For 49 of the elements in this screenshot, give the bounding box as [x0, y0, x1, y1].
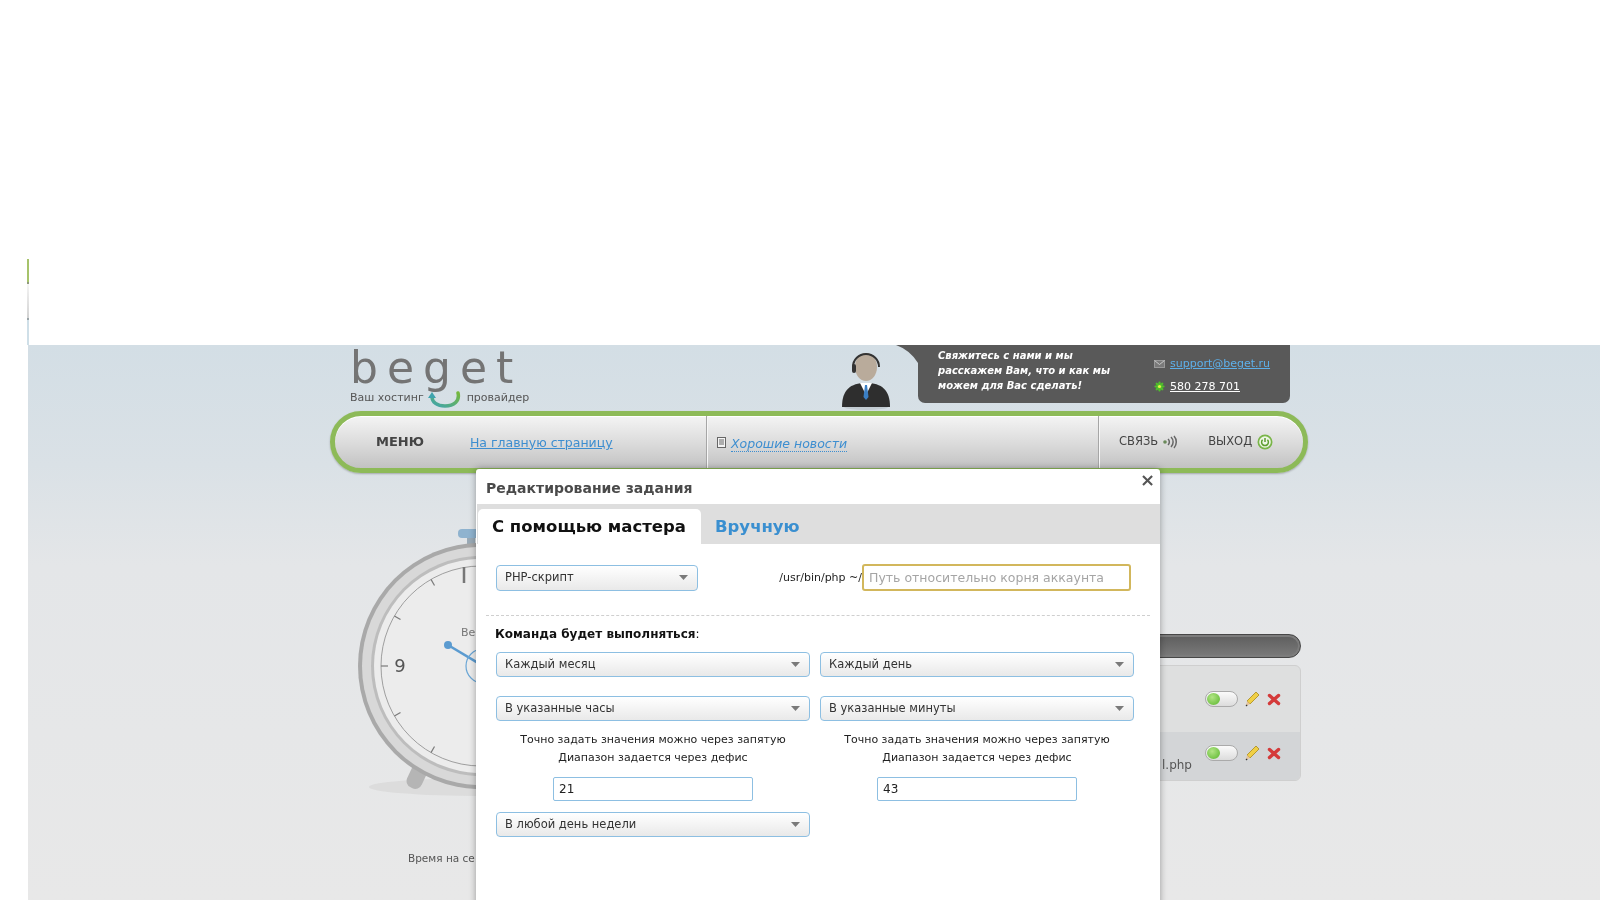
weekday-dropdown[interactable]: В любой день недели — [496, 812, 810, 837]
period-dropdown[interactable]: Каждый месяц — [496, 652, 810, 677]
flower-icon — [1154, 381, 1165, 392]
script-path-field[interactable]: Путь относительно корня аккаунта — [862, 564, 1131, 591]
cross-icon[interactable] — [1267, 692, 1281, 706]
close-button[interactable]: × — [1139, 471, 1155, 489]
tab[interactable]: С помощью мастера — [478, 509, 701, 544]
time-value-field[interactable]: 21 — [553, 777, 753, 801]
pencil-icon[interactable] — [1245, 745, 1260, 761]
caret-icon — [791, 706, 800, 711]
envelope-icon — [1154, 359, 1165, 368]
hint-text: Точно задать значения можно через запятую — [843, 732, 1111, 748]
clock-face-label: Ве — [461, 626, 476, 639]
schedule-label: Команда будет выполняться: — [494, 626, 701, 643]
script-type-dropdown[interactable]: PHP-скрипт — [496, 564, 698, 591]
dialog-title: Редактирование задания — [486, 479, 693, 497]
icq-number-link[interactable]: 580 278 701 — [1170, 379, 1240, 394]
time-caption: Время на се — [408, 851, 476, 866]
document-icon — [717, 436, 726, 448]
caret-icon — [1115, 706, 1124, 711]
period-dropdown[interactable]: Каждый день — [820, 652, 1134, 677]
caret-icon — [679, 575, 688, 580]
time-mode-dropdown[interactable]: В указанные минуты — [820, 696, 1134, 721]
logo-tagline: Ваш хостинг — [350, 391, 424, 405]
hint-text: Диапазон задается через дефис — [557, 750, 749, 766]
power-icon — [1257, 434, 1274, 450]
toggle-switch[interactable] — [1205, 691, 1238, 707]
toggle-knob[interactable] — [1207, 693, 1220, 705]
toggle-switch[interactable] — [1205, 745, 1238, 761]
menu-link[interactable]: МЕНЮ — [376, 434, 424, 450]
hint-text: Диапазон задается через дефис — [881, 750, 1073, 766]
clock-numeral: 9 — [394, 655, 406, 676]
contact-message: Свяжитесь с нами и мы расскажем Вам, что и как мы можем для Вас сделать! — [938, 349, 1112, 393]
caret-icon — [791, 822, 800, 827]
logout-link[interactable]: ВЫХОД — [1208, 435, 1253, 449]
toggle-knob[interactable] — [1207, 747, 1220, 759]
pencil-icon[interactable] — [1245, 691, 1260, 707]
signal-waves-icon — [1163, 435, 1179, 449]
contact-link[interactable]: СВЯЗЬ — [1119, 435, 1159, 449]
task-name: l.php — [1162, 757, 1192, 773]
logo-tagline: провайдер — [466, 391, 530, 405]
time-mode-dropdown[interactable]: В указанные часы — [496, 696, 810, 721]
caret-icon — [791, 662, 800, 667]
interpreter-path-label: /usr/bin/php ~/ — [779, 570, 862, 585]
hint-text: Точно задать значения можно через запятую — [519, 732, 787, 748]
logo-swoosh-icon — [426, 391, 463, 408]
cross-icon[interactable] — [1267, 746, 1281, 760]
caret-icon — [1115, 662, 1124, 667]
time-value-field[interactable]: 43 — [877, 777, 1077, 801]
